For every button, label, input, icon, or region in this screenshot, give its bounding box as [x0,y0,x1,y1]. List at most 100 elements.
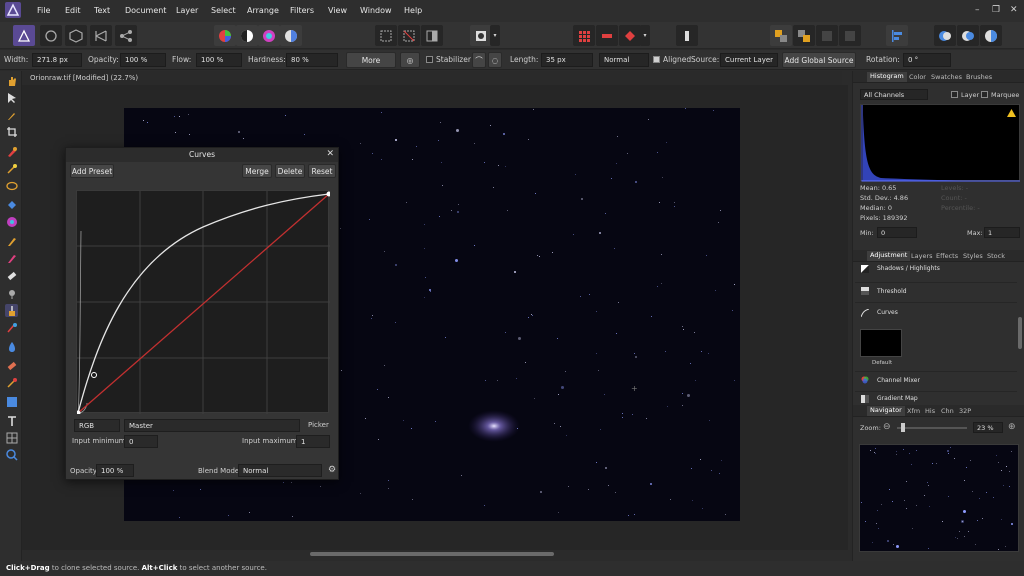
opacity-dropdown[interactable]: 100 % [96,464,134,477]
document-tab[interactable]: Orionraw.tif [Modified] (22.7%) [22,71,842,85]
flood-select-icon[interactable] [5,162,18,175]
picker-button[interactable]: Picker [308,421,329,429]
intersect-icon[interactable] [980,25,1002,46]
develop-persona-icon[interactable] [65,25,87,46]
adjustment-shadows-highlights[interactable]: Shadows / Highlights [855,263,1017,279]
reset-button[interactable]: Reset [308,164,336,178]
menu-edit[interactable]: Edit [65,6,81,15]
tab-effects[interactable]: Effects [936,252,958,260]
hand-tool-icon[interactable] [5,74,18,87]
tab-color[interactable]: Color [909,73,926,81]
add-preset-button[interactable]: Add Preset [70,164,114,178]
auto-colors-icon[interactable] [258,25,280,46]
maximize-icon[interactable]: ❐ [992,5,1000,15]
curves-preset-thumbnail[interactable] [860,329,902,357]
zoom-slider-handle[interactable] [901,423,905,432]
blur-brush-icon[interactable] [5,340,18,353]
more-button[interactable]: More [346,52,396,68]
arrange-front-icon[interactable] [816,25,838,46]
subtract-icon[interactable] [957,25,979,46]
menu-layer[interactable]: Layer [176,6,198,15]
source-dropdown[interactable]: Current Layer [720,53,778,67]
merge-button[interactable]: Merge [242,164,272,178]
layer-checkbox[interactable] [951,91,958,98]
min-field[interactable]: 0 [877,227,917,238]
liquify-persona-icon[interactable] [40,25,62,46]
erase-brush-icon[interactable] [5,268,18,281]
dodge-brush-icon[interactable] [5,287,18,300]
menu-arrange[interactable]: Arrange [247,6,279,15]
menu-text[interactable]: Text [94,6,110,15]
menu-select[interactable]: Select [211,6,236,15]
red-eye-tool-icon[interactable] [5,376,18,389]
minimize-icon[interactable]: – [975,5,980,15]
photo-persona-icon[interactable] [13,25,35,46]
tab-stock[interactable]: Stock [987,252,1005,260]
align-icon[interactable] [886,25,908,46]
force-pixel-alignment-icon[interactable] [596,25,618,46]
arrange-forward-icon[interactable] [770,25,792,46]
tab-adjustment[interactable]: Adjustment [867,251,911,261]
assistant-dropdown-icon[interactable]: ▾ [640,25,650,46]
adjustment-curves[interactable]: Curves [855,302,1017,324]
horizontal-scrollbar[interactable] [310,552,554,556]
auto-white-balance-icon[interactable] [280,25,302,46]
curve-editor[interactable] [75,190,332,416]
menu-document[interactable]: Document [125,6,166,15]
stabilizer-checkbox[interactable] [426,56,433,63]
rectangle-tool-icon[interactable] [5,395,18,408]
tab-layers[interactable]: Layers [911,252,933,260]
max-field[interactable]: 1 [984,227,1020,238]
paint-brush-icon[interactable] [5,234,18,247]
menu-filters[interactable]: Filters [290,6,314,15]
rope-mode-icon[interactable]: ⌒ [472,52,486,68]
delete-button[interactable]: Delete [275,164,305,178]
master-dropdown[interactable]: Master [124,419,300,432]
hardness-field[interactable]: 80 % [286,53,338,67]
settings-gear-icon[interactable]: ⚙ [328,465,336,475]
adjustment-channel-mixer[interactable]: Channel Mixer [855,371,1017,389]
zoom-in-icon[interactable]: ⊕ [1008,422,1016,432]
gradient-tool-icon[interactable] [5,215,18,228]
menu-window[interactable]: Window [360,6,392,15]
adjustment-gradient-map[interactable]: Gradient Map [855,391,1017,403]
navigator-preview[interactable] [859,444,1019,552]
color-picker-icon[interactable] [5,108,18,121]
opacity-field[interactable]: 100 % [120,53,166,67]
auto-contrast-icon[interactable] [236,25,258,46]
adjustment-threshold[interactable]: Threshold [855,282,1017,300]
blend-mode-dropdown[interactable]: Normal [238,464,322,477]
export-persona-icon[interactable] [115,25,137,46]
zoom-out-icon[interactable]: ⊖ [883,422,891,432]
input-minimum-field[interactable]: 0 [124,435,158,448]
menu-help[interactable]: Help [404,6,422,15]
pressure-icon[interactable]: ◎ [400,52,420,68]
tab-styles[interactable]: Styles [963,252,983,260]
text-tool-icon[interactable] [5,414,18,427]
channels-dropdown[interactable]: All Channels [860,89,928,100]
mode-icon[interactable] [676,25,698,46]
channel-dropdown[interactable]: RGB [74,419,120,432]
invert-selection-icon[interactable] [421,25,443,46]
add-icon[interactable] [934,25,956,46]
add-global-source-button[interactable]: Add Global Source [782,52,856,68]
marquee-tool-icon[interactable] [5,179,18,192]
input-maximum-field[interactable]: 1 [296,435,330,448]
tab-transform[interactable]: Xfm [907,407,920,415]
menu-file[interactable]: File [37,6,50,15]
arrange-back-icon[interactable] [793,25,815,46]
tone-mapping-persona-icon[interactable] [90,25,112,46]
window-mode-icon[interactable]: ◌ [488,52,502,68]
length-field[interactable]: 35 px [541,53,593,67]
tab-navigator[interactable]: Navigator [867,406,905,416]
auto-levels-icon[interactable] [214,25,236,46]
flood-fill-icon[interactable] [5,198,18,211]
tab-swatches[interactable]: Swatches [931,73,962,81]
mesh-warp-icon[interactable] [5,431,18,444]
width-field[interactable]: 271.8 px [32,53,82,67]
zoom-field[interactable]: 23 % [973,422,1003,433]
adjustment-scrollbar[interactable] [1018,317,1022,349]
close-dialog-icon[interactable]: ✕ [326,149,334,159]
deselect-icon[interactable] [398,25,420,46]
tab-32p[interactable]: 32P [959,407,971,415]
